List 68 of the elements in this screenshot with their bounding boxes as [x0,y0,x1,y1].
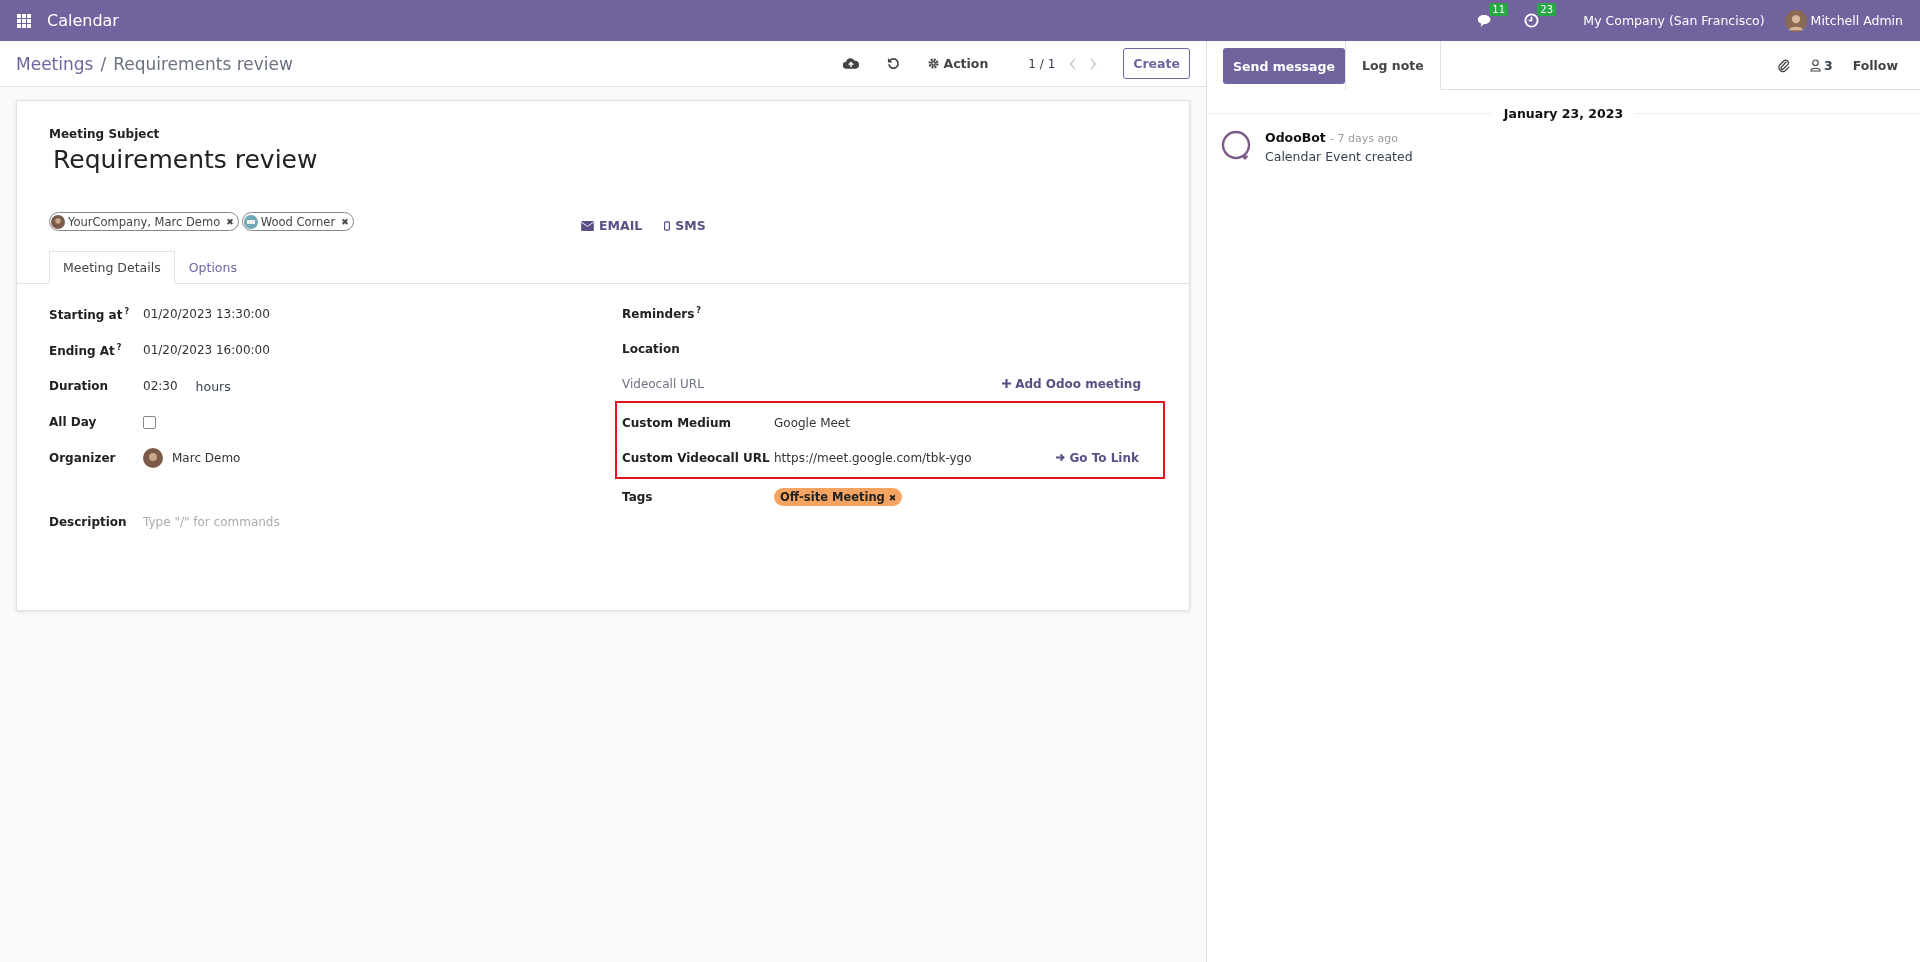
activity-count-badge: 23 [1537,3,1557,16]
undo-icon[interactable] [887,57,901,70]
field-label: Reminders $^{?}$ [622,306,702,321]
field-value[interactable]: 01/20/2023 16:00:00 [143,343,270,357]
field-label: Location [622,341,681,356]
followers-button[interactable]: 3 [1809,57,1833,73]
send-message-button[interactable]: Send message [1223,48,1345,84]
send-button[interactable]: EMAIL [581,218,643,233]
pager-value: 1 / 1 [1028,56,1056,71]
field-label: Custom Videocall URL [622,450,771,465]
message-body: Calendar Event created [1265,149,1413,164]
date-separator: January 23, 2023 [1491,106,1636,122]
log-note-tab[interactable]: Log note [1344,41,1441,90]
field-label: Custom Medium [622,415,732,430]
field-label: Meeting Subject [49,127,160,141]
person-avatar-icon [143,448,163,468]
action-menu-button[interactable]: Action [928,56,989,71]
remove-icon[interactable]: ✖ [341,216,349,227]
field-label: Organizer [49,451,117,465]
company-switcher[interactable]: My Company (San Francisco) [1583,13,1765,28]
field-value[interactable]: https://meet.google.com/tbk-ygo [774,450,972,465]
breadcrumb-separator: / [100,53,107,74]
unit-label: hours [195,378,231,394]
apps-menu-icon[interactable] [17,13,31,28]
field-value[interactable]: 01/20/2023 13:30:00 [143,307,270,321]
meeting-title-field[interactable]: Requirements review [53,145,318,174]
attendee-name: YourCompany, Marc Demo [68,214,221,229]
follow-button[interactable]: Follow [1852,57,1898,73]
message-count-badge: 11 [1489,3,1509,16]
field-label: Videocall URL [622,376,705,391]
user-avatar-icon[interactable] [1784,9,1807,32]
form-tab[interactable]: Options [174,251,251,284]
action-link[interactable]: Go To Link [1056,450,1139,465]
field-label: Ending At $^{?}$ [49,342,123,358]
phone-icon [664,220,671,231]
breadcrumb-current: Requirements review [113,53,293,74]
plus-icon [1002,379,1012,388]
field-label: Duration [49,379,110,393]
user-name[interactable]: Mitchell Admin [1810,13,1903,28]
gear-icon [928,58,940,69]
field-label: All Day [49,415,98,429]
arrow-right-icon [1056,453,1066,462]
field-label: Description [49,515,128,529]
paperclip-icon[interactable] [1776,57,1790,73]
message-time: - 7 days ago [1330,132,1398,145]
breadcrumb-link[interactable]: Meetings [16,53,94,74]
remove-icon[interactable]: ✖ [226,216,234,227]
form-tab[interactable]: Meeting Details [49,251,175,284]
action-link[interactable]: Add Odoo meeting [1002,376,1141,391]
clock-icon[interactable] [1524,13,1540,28]
field-label: Tags [622,489,654,504]
cloud-upload-icon[interactable] [843,57,860,70]
person-icon [1809,58,1821,72]
bot-avatar-icon [1221,130,1253,162]
envelope-icon [581,220,594,231]
create-button[interactable]: Create [1123,48,1190,79]
attendee-name: Wood Corner [260,214,336,229]
field-value[interactable]: Google Meet [774,415,850,430]
company-avatar-icon [243,214,258,229]
person-avatar-icon [51,214,65,229]
message-author: OdooBot [1265,130,1326,145]
send-button[interactable]: SMS [664,218,706,233]
checkbox[interactable] [143,415,156,429]
field-value[interactable]: 02:30 [143,379,178,393]
field-label: Starting at $^{?}$ [49,306,131,322]
tag-chip[interactable]: Off-site Meeting ✖ [774,487,903,506]
app-title[interactable]: Calendar [47,11,119,30]
field-value[interactable]: Marc Demo [172,451,241,465]
